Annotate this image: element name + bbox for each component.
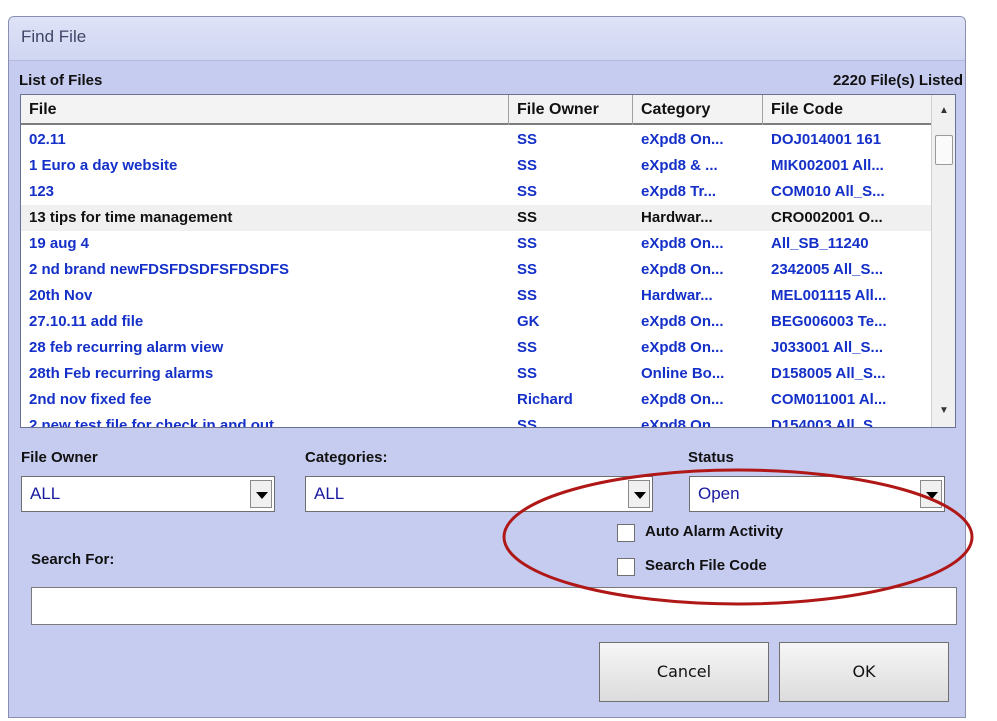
file-owner-cell: SS (517, 235, 538, 252)
files-listed-count: 2220 File(s) Listed (832, 72, 963, 89)
file-owner-cell: SS (517, 131, 538, 148)
file-code-cell: D154003 All_S... (771, 417, 886, 428)
category-cell: eXpd8 On... (641, 261, 724, 278)
ok-button[interactable]: OK (779, 642, 949, 702)
file-name-cell: 19 aug 4 (29, 235, 90, 252)
title-bar[interactable]: Find File (9, 17, 965, 61)
file-code-cell: 2342005 All_S... (771, 261, 884, 278)
file-code-cell: DOJ014001 161 (771, 131, 882, 148)
column-header-file[interactable]: File (21, 95, 509, 125)
table-row[interactable]: 20th Nov SS Hardwar... MEL001115 All... (21, 283, 933, 309)
category-cell: eXpd8 On... (641, 131, 724, 148)
file-name-cell: 13 tips for time management (29, 209, 233, 226)
category-cell: eXpd8 On... (641, 339, 724, 356)
table-row[interactable]: 28th Feb recurring alarms SS Online Bo... D… (21, 361, 933, 387)
file-name-cell: 27.10.11 add file (29, 313, 144, 330)
grid-header: File File Owner Category File Code (21, 95, 933, 125)
file-name-cell: 2 nd brand newFDSFDSDFSFDSDFS (29, 261, 290, 278)
file-owner-cell: Richard (517, 391, 573, 408)
file-name-cell: 20th Nov (29, 287, 93, 304)
file-owner-cell: SS (517, 339, 538, 356)
category-cell: Online Bo... (641, 365, 725, 382)
table-row[interactable]: 27.10.11 add file GK eXpd8 On... BEG006003 … (21, 309, 933, 335)
file-code-cell: CRO002001 O... (771, 209, 883, 226)
table-row[interactable]: 2 nd brand newFDSFDSDFSFDSDFS SS eXpd8 On.… (21, 257, 933, 283)
file-owner-cell: SS (517, 417, 538, 428)
scroll-thumb[interactable] (935, 135, 953, 165)
file-owner-cell: SS (517, 261, 538, 278)
file-owner-cell: SS (517, 183, 538, 200)
vertical-scrollbar[interactable]: ▲ ▼ (931, 95, 955, 427)
file-owner-cell: SS (517, 157, 538, 174)
scroll-up-icon[interactable]: ▲ (932, 101, 955, 121)
file-code-cell: COM010 All_S... (771, 183, 885, 200)
find-file-dialog: Find File List of Files 2220 File(s) Lis… (8, 16, 966, 718)
table-row[interactable]: 2 new test file for check in and out SS eX… (21, 413, 933, 428)
category-cell: eXpd8 On... (641, 313, 724, 330)
file-owner-value: ALL (30, 484, 61, 503)
file-owner-cell: GK (517, 313, 540, 330)
categories-select[interactable]: ALL (305, 476, 653, 512)
search-input[interactable] (31, 587, 957, 625)
file-name-cell: 28th Feb recurring alarms (29, 365, 214, 382)
search-file-code-checkbox[interactable] (617, 558, 635, 576)
file-list-grid[interactable]: File File Owner Category File Code 02.11… (20, 94, 956, 428)
column-header-category[interactable]: Category (633, 95, 763, 125)
file-name-cell: 02.11 (29, 131, 66, 148)
categories-value: ALL (314, 484, 345, 503)
grid-rows: 02.11 SS eXpd8 On... DOJ014001 161 1 Euro a … (21, 127, 933, 428)
search-for-label: Search For: (31, 551, 115, 568)
file-name-cell: 28 feb recurring alarm view (29, 339, 224, 356)
table-row[interactable]: 123 SS eXpd8 Tr... COM010 All_S... (21, 179, 933, 205)
categories-dropdown-icon[interactable] (628, 480, 650, 508)
status-label: Status (688, 449, 734, 466)
status-value: Open (698, 484, 740, 503)
categories-label: Categories: (305, 449, 388, 466)
file-owner-select[interactable]: ALL (21, 476, 275, 512)
file-owner-cell: SS (517, 287, 538, 304)
category-cell: eXpd8 On... (641, 235, 724, 252)
column-header-file-owner[interactable]: File Owner (509, 95, 633, 125)
file-code-cell: All_SB_11240 (771, 235, 869, 252)
file-name-cell: 2nd nov fixed fee (29, 391, 152, 408)
column-header-file-code[interactable]: File Code (763, 95, 933, 125)
category-cell: eXpd8 & ... (641, 157, 718, 174)
file-code-cell: MIK002001 All... (771, 157, 884, 174)
file-code-cell: COM011001 Al... (771, 391, 887, 408)
file-code-cell: D158005 All_S... (771, 365, 886, 382)
table-row[interactable]: 02.11 SS eXpd8 On... DOJ014001 161 (21, 127, 933, 153)
file-code-cell: J033001 All_S... (771, 339, 884, 356)
table-row[interactable]: 28 feb recurring alarm view SS eXpd8 On...… (21, 335, 933, 361)
window-title: Find File (21, 27, 87, 46)
category-cell: Hardwar... (641, 209, 713, 226)
status-dropdown-icon[interactable] (920, 480, 942, 508)
file-owner-label: File Owner (21, 449, 98, 466)
auto-alarm-checkbox[interactable] (617, 524, 635, 542)
file-owner-cell: SS (517, 209, 538, 226)
cancel-button[interactable]: Cancel (599, 642, 769, 702)
file-name-cell: 1 Euro a day website (29, 157, 178, 174)
table-row[interactable]: 2nd nov fixed fee Richard eXpd8 On... COM01… (21, 387, 933, 413)
auto-alarm-label[interactable]: Auto Alarm Activity (645, 523, 783, 540)
file-owner-dropdown-icon[interactable] (250, 480, 272, 508)
file-owner-cell: SS (517, 365, 538, 382)
category-cell: eXpd8 On... (641, 391, 724, 408)
search-file-code-label[interactable]: Search File Code (645, 557, 767, 574)
category-cell: Hardwar... (641, 287, 713, 304)
list-of-files-label: List of Files (19, 72, 103, 89)
category-cell: eXpd8 On... (641, 417, 724, 428)
scroll-down-icon[interactable]: ▼ (932, 401, 955, 421)
file-name-cell: 2 new test file for check in and out (29, 417, 275, 428)
file-name-cell: 123 (29, 183, 55, 200)
table-row[interactable]: 13 tips for time management SS Hardwar... C… (21, 205, 933, 231)
file-code-cell: BEG006003 Te... (771, 313, 887, 330)
table-row[interactable]: 19 aug 4 SS eXpd8 On... All_SB_11240 (21, 231, 933, 257)
category-cell: eXpd8 Tr... (641, 183, 717, 200)
table-row[interactable]: 1 Euro a day website SS eXpd8 & ... MIK0020… (21, 153, 933, 179)
file-code-cell: MEL001115 All... (771, 287, 887, 304)
status-select[interactable]: Open (689, 476, 945, 512)
